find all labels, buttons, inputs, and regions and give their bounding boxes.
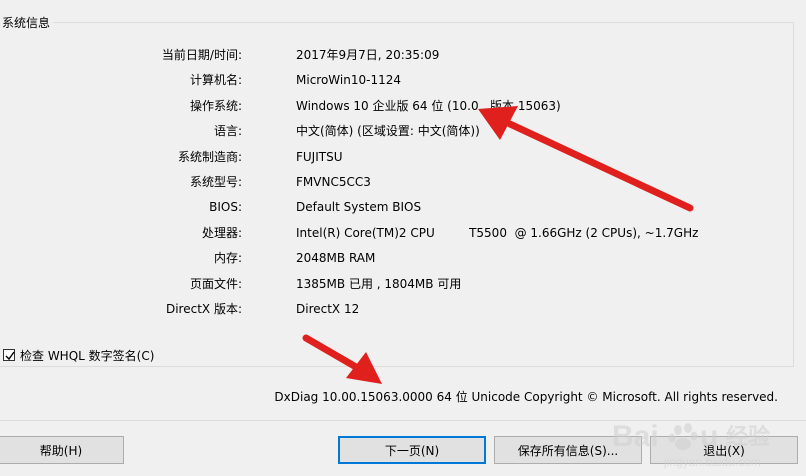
footer-divider [0, 420, 806, 421]
info-value: FUJITSU [296, 149, 343, 164]
info-value: Intel(R) Core(TM)2 CPU T5500 @ 1.66GHz (… [296, 225, 699, 240]
info-label: 当前日期/时间: [161, 48, 242, 62]
info-label: 计算机名: [189, 73, 242, 88]
info-label: 系统制造商: [177, 149, 242, 164]
info-label: 页面文件: [189, 276, 242, 291]
info-label: 系统型号: [189, 175, 242, 189]
exit-button[interactable]: 退出(X) [650, 436, 798, 464]
next-page-button[interactable]: 下一页(N) [338, 436, 486, 464]
system-info-group-title: 系统信息 [0, 14, 54, 31]
checkmark-icon [5, 351, 15, 361]
info-value: 2048MB RAM [296, 251, 376, 266]
info-label: BIOS: [209, 200, 242, 215]
info-value: DirectX 12 [296, 302, 360, 316]
info-row: BIOS: Default System BIOS [0, 198, 760, 216]
info-value: Windows 10 企业版 64 位 (10.0 , 版本 15063) [296, 98, 561, 113]
info-row: 页面文件: 1385MB 已用 , 1804MB 可用 [0, 275, 760, 293]
info-row: 处理器: Intel(R) Core(TM)2 CPU T5500 @ 1.66G… [0, 224, 760, 242]
help-button[interactable]: 帮助(H) [0, 436, 124, 464]
info-value: Default System BIOS [296, 200, 422, 215]
info-label: 操作系统: [189, 98, 242, 113]
info-row: 计算机名: MicroWin10-1124 [0, 71, 760, 89]
info-row: 系统型号: FMVNC5CC3 [0, 173, 760, 191]
info-row: 内存: 2048MB RAM [0, 249, 760, 267]
info-label: 语言: [213, 124, 242, 139]
info-value: FMVNC5CC3 [296, 175, 371, 189]
whql-checkbox-box[interactable] [3, 349, 15, 361]
info-row: DirectX 版本: DirectX 12 [0, 300, 760, 318]
info-label: 内存: [213, 251, 242, 266]
info-value: 1385MB 已用 , 1804MB 可用 [296, 276, 462, 291]
info-row: 语言: 中文(简体) (区域设置: 中文(简体)) [0, 122, 760, 140]
save-all-info-button[interactable]: 保存所有信息(S)... [494, 436, 642, 464]
info-value: 中文(简体) (区域设置: 中文(简体)) [296, 124, 480, 139]
dxdiag-version-text: DxDiag 10.00.15063.0000 64 位 Unicode Cop… [274, 390, 778, 404]
info-label: DirectX 版本: [165, 302, 242, 316]
info-row: 系统制造商: FUJITSU [0, 148, 760, 166]
info-row: 操作系统: Windows 10 企业版 64 位 (10.0 , 版本 1506… [0, 97, 760, 115]
info-value: 2017年9月7日, 20:35:09 [296, 48, 440, 62]
info-value: MicroWin10-1124 [296, 73, 401, 88]
info-label: 处理器: [201, 225, 242, 240]
whql-checkbox[interactable]: 检查 WHQL 数字签名(C) [3, 347, 154, 363]
whql-checkbox-label: 检查 WHQL 数字签名(C) [20, 348, 155, 363]
info-row: 当前日期/时间: 2017年9月7日, 20:35:09 [0, 46, 760, 64]
